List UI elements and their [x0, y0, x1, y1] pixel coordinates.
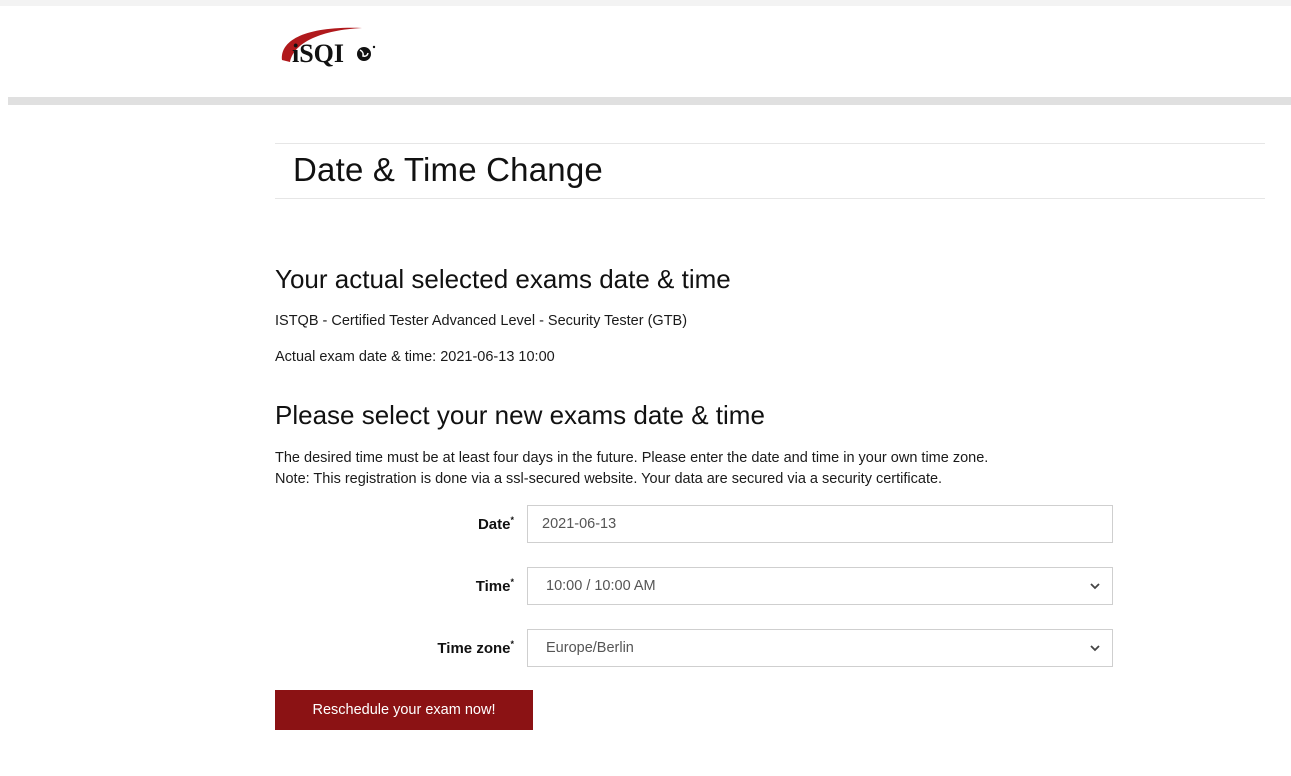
new-selection-heading: Please select your new exams date & time	[275, 400, 765, 430]
date-value: 2021-06-13	[542, 516, 617, 532]
chevron-down-icon	[1090, 645, 1100, 652]
logo-text: iSQI	[292, 39, 344, 68]
chevron-down-icon	[1090, 583, 1100, 590]
logo-swoosh-icon: iSQI	[281, 27, 376, 68]
timezone-value: Europe/Berlin	[546, 640, 634, 656]
timezone-select[interactable]: Europe/Berlin	[527, 629, 1113, 667]
required-marker: *	[510, 577, 514, 587]
exam-name: ISTQB - Certified Tester Advanced Level …	[275, 313, 688, 329]
time-value: 10:00 / 10:00 AM	[546, 578, 656, 594]
page-title-box: Date & Time Change	[275, 143, 1265, 199]
required-marker: *	[510, 639, 514, 649]
isqi-logo[interactable]: iSQI	[276, 16, 406, 76]
header-divider	[8, 97, 1291, 105]
time-label: Time*	[475, 577, 514, 595]
page-title: Date & Time Change	[293, 151, 603, 188]
actual-datetime: Actual exam date & time: 2021-06-13 10:0…	[275, 349, 555, 365]
ssl-note: Note: This registration is done via a ss…	[275, 471, 943, 487]
time-select[interactable]: 10:00 / 10:00 AM	[527, 567, 1113, 605]
site-header: iSQI	[8, 6, 1291, 97]
date-label: Date*	[477, 515, 514, 533]
timezone-label: Time zone*	[437, 639, 514, 657]
current-exam-heading: Your actual selected exams date & time	[275, 264, 731, 294]
required-marker: *	[510, 515, 514, 525]
date-input[interactable]: 2021-06-13	[527, 505, 1113, 543]
future-time-note: The desired time must be at least four d…	[275, 450, 989, 466]
reschedule-button[interactable]: Reschedule your exam now!	[275, 690, 533, 730]
